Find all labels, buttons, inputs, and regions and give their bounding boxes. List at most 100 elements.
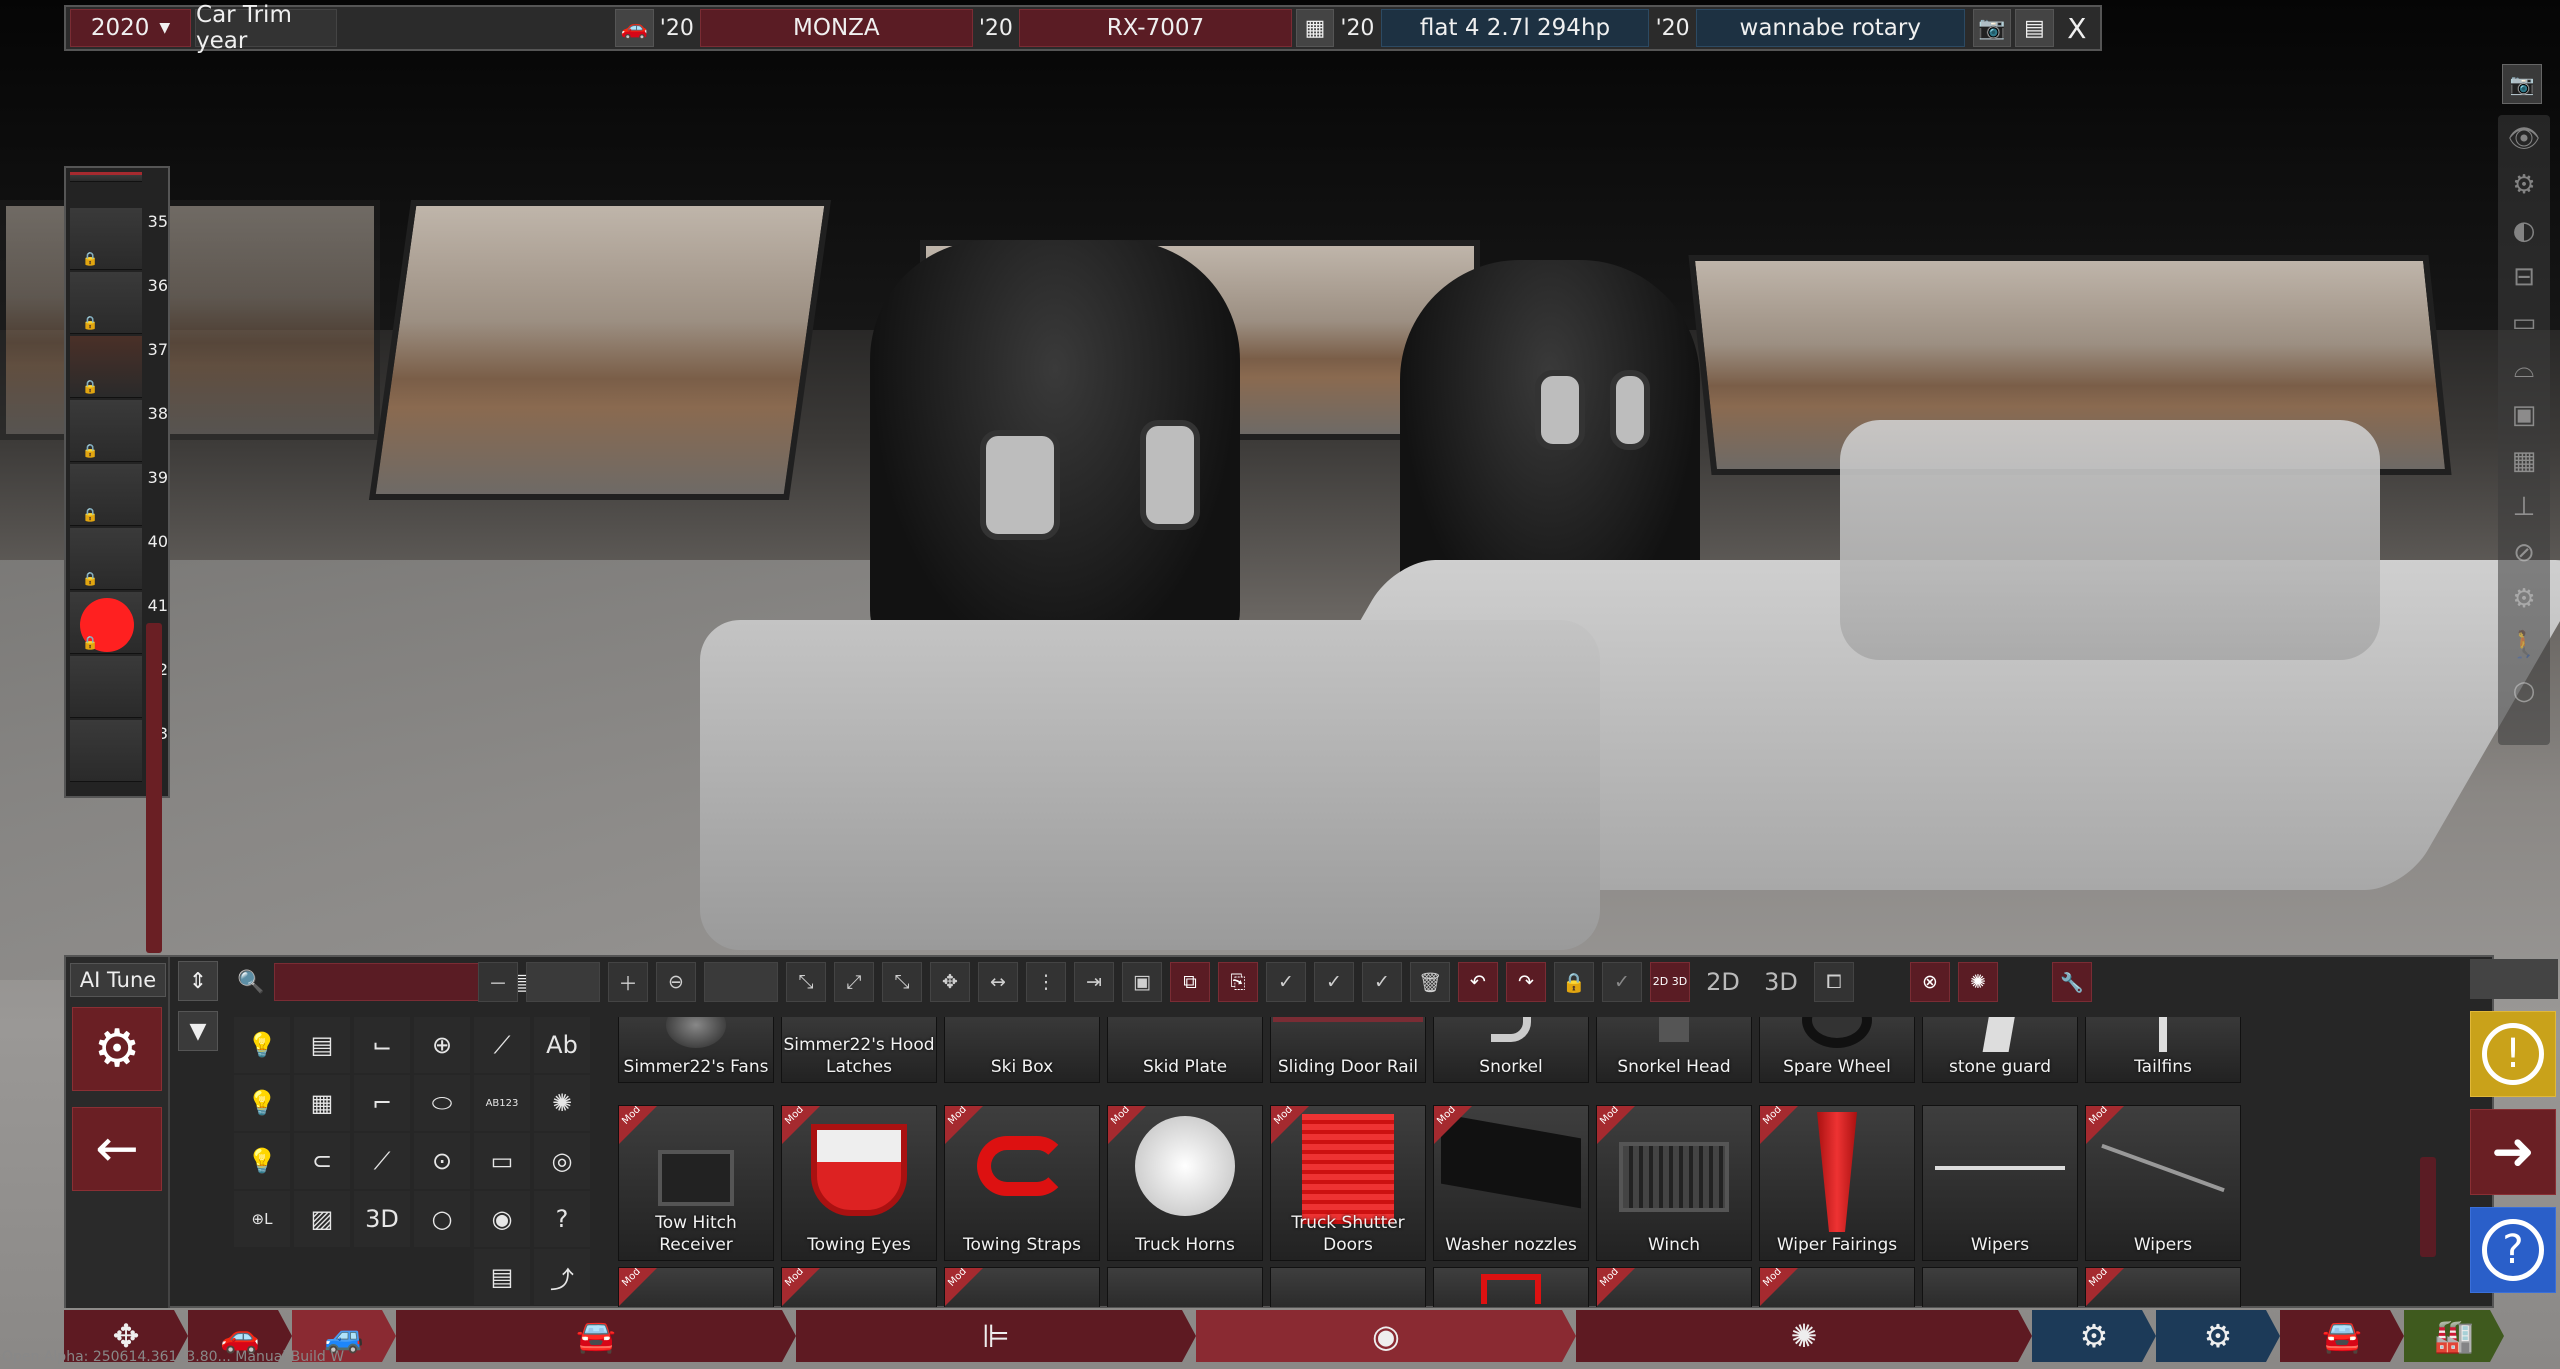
- mirror-icon[interactable]: ⊖: [656, 962, 696, 1002]
- mirror-icon[interactable]: ⟋: [354, 1133, 410, 1189]
- tab-fixtures[interactable]: ⊫: [796, 1310, 1196, 1362]
- frame-icon[interactable]: ▣: [1122, 962, 1162, 1002]
- engine-family-button[interactable]: wannabe rotary: [1695, 9, 1965, 47]
- part-card[interactable]: Spare Wheel: [1759, 1017, 1915, 1083]
- tab-engine-tune[interactable]: ⚙: [2156, 1310, 2280, 1362]
- part-card[interactable]: Snorkel Head: [1596, 1017, 1752, 1083]
- grille-icon[interactable]: ▦: [2504, 441, 2544, 481]
- vent-icon[interactable]: ⊕: [414, 1017, 470, 1073]
- delete-icon[interactable]: 🗑: [1410, 962, 1450, 1002]
- part-card[interactable]: Mod Wipers: [2085, 1105, 2241, 1261]
- move-icon[interactable]: ✥: [930, 962, 970, 1002]
- spiral-icon[interactable]: ◉: [474, 1191, 530, 1247]
- year-select[interactable]: 2020 ▼: [70, 9, 192, 47]
- wiper-icon[interactable]: ⟋: [474, 1017, 530, 1073]
- calculator-icon[interactable]: ▤: [474, 1249, 530, 1305]
- wheel-icon[interactable]: ⚙: [2504, 165, 2544, 205]
- part-card[interactable]: Mod Truck Horns: [1107, 1105, 1263, 1261]
- 3d-text-icon[interactable]: 3D: [354, 1191, 410, 1247]
- grille-2-icon[interactable]: ▦: [294, 1075, 350, 1131]
- size-field[interactable]: [526, 962, 600, 1002]
- part-card[interactable]: Mod: [2085, 1267, 2241, 1307]
- help-icon[interactable]: ?: [534, 1191, 590, 1247]
- part-card[interactable]: Mod: [944, 1267, 1100, 1307]
- mode-3d-button[interactable]: 3D: [1756, 962, 1806, 1002]
- no-entry-icon[interactable]: ⊘: [2504, 533, 2544, 573]
- list-item[interactable]: 36 🔒: [70, 272, 168, 334]
- back-button[interactable]: ←: [72, 1107, 162, 1191]
- part-card[interactable]: Tailfins: [2085, 1017, 2241, 1083]
- plus-button[interactable]: ＋: [608, 962, 648, 1002]
- tab-costs[interactable]: 🏭: [2404, 1310, 2504, 1362]
- check-icon[interactable]: ✓: [1602, 962, 1642, 1002]
- body-icon[interactable]: ⌓: [2504, 349, 2544, 389]
- list-item-selected[interactable]: 41 🔒: [70, 592, 168, 654]
- wheel-icon[interactable]: ✺: [534, 1075, 590, 1131]
- car-model-icon[interactable]: 🚗: [615, 9, 654, 47]
- mode-2d3d-button[interactable]: 2D 3D: [1650, 962, 1690, 1002]
- part-card[interactable]: Simmer22's Fans: [618, 1017, 774, 1083]
- tab-interior[interactable]: ◉: [1196, 1310, 1576, 1362]
- crop-icon[interactable]: ⧠: [1814, 962, 1854, 1002]
- exhaust-icon[interactable]: ▭: [474, 1133, 530, 1189]
- part-card[interactable]: [1433, 1267, 1589, 1307]
- list-item[interactable]: [70, 172, 142, 182]
- settings-button[interactable]: ⚙: [72, 1007, 162, 1091]
- rotate-z-icon[interactable]: ⤡: [882, 962, 922, 1002]
- list-scrollbar[interactable]: [146, 623, 162, 953]
- part-card[interactable]: Mod Tow Hitch Receiver: [618, 1105, 774, 1261]
- part-card[interactable]: Mod Towing Straps: [944, 1105, 1100, 1261]
- lock-icon[interactable]: 🔒: [1554, 962, 1594, 1002]
- fl-icon[interactable]: ⊕L: [234, 1191, 290, 1247]
- help-button[interactable]: ?: [2470, 1207, 2556, 1293]
- handle-icon[interactable]: ⊙: [414, 1133, 470, 1189]
- light-2-icon[interactable]: 💡: [234, 1075, 290, 1131]
- part-card[interactable]: Mod: [618, 1267, 774, 1307]
- hide-wheels-icon[interactable]: ✺: [1958, 962, 1998, 1002]
- redo-icon[interactable]: ↷: [1506, 962, 1546, 1002]
- copy-icon[interactable]: ⧉: [1170, 962, 1210, 1002]
- plate-icon[interactable]: AB123: [474, 1075, 530, 1131]
- rotate-x-icon[interactable]: ⤡: [786, 962, 826, 1002]
- engine-icon[interactable]: ▦: [1295, 9, 1335, 47]
- search-input[interactable]: [274, 963, 496, 1001]
- tool-c-icon[interactable]: ✓: [1362, 962, 1402, 1002]
- text-icon[interactable]: Ab: [534, 1017, 590, 1073]
- lift-icon[interactable]: ⊥: [2504, 487, 2544, 527]
- mode-2d-button[interactable]: 2D: [1698, 962, 1748, 1002]
- part-card[interactable]: Mod: [1596, 1267, 1752, 1307]
- fender-icon[interactable]: ⌐: [354, 1075, 410, 1131]
- hook-icon[interactable]: ⤴: [534, 1249, 590, 1305]
- updown-arrow-icon[interactable]: ⇕: [178, 961, 218, 1001]
- part-card[interactable]: [1922, 1267, 2078, 1307]
- part-card[interactable]: Sliding Door Rail: [1270, 1017, 1426, 1083]
- tab-engine[interactable]: ⚙: [2032, 1310, 2156, 1362]
- circle-icon[interactable]: ○: [2504, 671, 2544, 711]
- part-card[interactable]: [1107, 1267, 1263, 1307]
- part-card[interactable]: Snorkel: [1433, 1017, 1589, 1083]
- light-3-icon[interactable]: 💡: [234, 1133, 290, 1189]
- list-item[interactable]: 43: [70, 720, 168, 782]
- parts-scrollbar[interactable]: [2420, 1157, 2436, 1257]
- calculator-icon[interactable]: ▤: [2015, 9, 2054, 47]
- suspension-icon[interactable]: ⊟: [2504, 257, 2544, 297]
- part-card[interactable]: Ski Box: [944, 1017, 1100, 1083]
- chassis-icon[interactable]: ▣: [2504, 395, 2544, 435]
- hide-body-icon[interactable]: ⊗: [1910, 962, 1950, 1002]
- list-item[interactable]: 42: [70, 656, 168, 718]
- horn-icon[interactable]: ◎: [534, 1133, 590, 1189]
- boot-icon[interactable]: ⌙: [354, 1017, 410, 1073]
- align-icon[interactable]: ⋮: [1026, 962, 1066, 1002]
- list-item[interactable]: 38 🔒: [70, 400, 168, 462]
- part-card[interactable]: [1270, 1267, 1426, 1307]
- part-card[interactable]: Wipers: [1922, 1105, 2078, 1261]
- tab-trim[interactable]: 🚘: [396, 1310, 796, 1362]
- trim-name-button[interactable]: RX-7007: [1019, 9, 1292, 47]
- part-card[interactable]: Simmer22's Hood Latches: [781, 1017, 937, 1083]
- part-card[interactable]: Mod Towing Eyes: [781, 1105, 937, 1261]
- part-card[interactable]: Mod Washer nozzles: [1433, 1105, 1589, 1261]
- light-icon[interactable]: 💡: [234, 1017, 290, 1073]
- tire-icon[interactable]: ◐: [2504, 211, 2544, 251]
- part-card[interactable]: Mod Truck Shutter Doors: [1270, 1105, 1426, 1261]
- model-name-button[interactable]: MONZA: [700, 9, 973, 47]
